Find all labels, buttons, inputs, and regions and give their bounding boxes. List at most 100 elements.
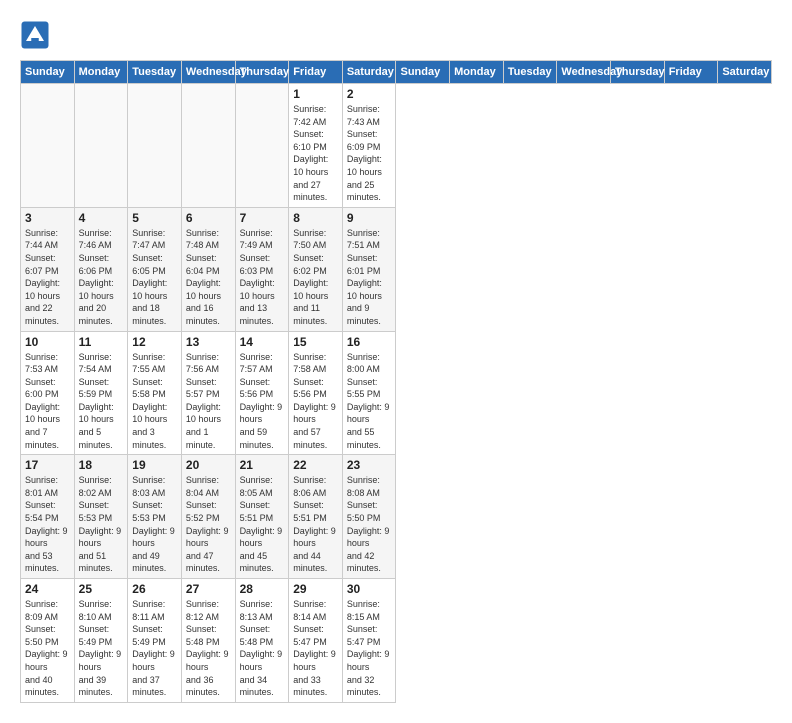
logo-icon xyxy=(20,20,50,50)
day-number: 14 xyxy=(240,335,285,349)
calendar-day-cell: 17 Sunrise: 8:01 AM Sunset: 5:54 PM Dayli… xyxy=(21,455,75,579)
day-number: 4 xyxy=(79,211,124,225)
day-info: Sunrise: 7:56 AM Sunset: 5:57 PM Dayligh… xyxy=(186,351,231,452)
day-number: 28 xyxy=(240,582,285,596)
day-number: 29 xyxy=(293,582,338,596)
weekday-header-saturday: Saturday xyxy=(342,61,396,84)
weekday-header-monday: Monday xyxy=(74,61,128,84)
day-info: Sunrise: 7:49 AM Sunset: 6:03 PM Dayligh… xyxy=(240,227,285,328)
day-number: 13 xyxy=(186,335,231,349)
day-info: Sunrise: 8:12 AM Sunset: 5:48 PM Dayligh… xyxy=(186,598,231,699)
weekday-header-sunday: Sunday xyxy=(396,61,450,84)
day-number: 10 xyxy=(25,335,70,349)
day-number: 3 xyxy=(25,211,70,225)
day-info: Sunrise: 8:10 AM Sunset: 5:49 PM Dayligh… xyxy=(79,598,124,699)
weekday-header-monday: Monday xyxy=(450,61,504,84)
weekday-header-sunday: Sunday xyxy=(21,61,75,84)
weekday-header-thursday: Thursday xyxy=(235,61,289,84)
day-info: Sunrise: 8:00 AM Sunset: 5:55 PM Dayligh… xyxy=(347,351,392,452)
day-info: Sunrise: 8:06 AM Sunset: 5:51 PM Dayligh… xyxy=(293,474,338,575)
calendar-day-cell xyxy=(128,84,182,208)
calendar-day-cell xyxy=(21,84,75,208)
day-info: Sunrise: 7:47 AM Sunset: 6:05 PM Dayligh… xyxy=(132,227,177,328)
day-info: Sunrise: 8:08 AM Sunset: 5:50 PM Dayligh… xyxy=(347,474,392,575)
day-number: 16 xyxy=(347,335,392,349)
day-number: 25 xyxy=(79,582,124,596)
day-info: Sunrise: 7:58 AM Sunset: 5:56 PM Dayligh… xyxy=(293,351,338,452)
weekday-header-tuesday: Tuesday xyxy=(503,61,557,84)
day-info: Sunrise: 8:14 AM Sunset: 5:47 PM Dayligh… xyxy=(293,598,338,699)
calendar-day-cell: 3 Sunrise: 7:44 AM Sunset: 6:07 PM Daylig… xyxy=(21,207,75,331)
day-number: 1 xyxy=(293,87,338,101)
day-info: Sunrise: 8:05 AM Sunset: 5:51 PM Dayligh… xyxy=(240,474,285,575)
calendar-day-cell: 21 Sunrise: 8:05 AM Sunset: 5:51 PM Dayli… xyxy=(235,455,289,579)
day-number: 8 xyxy=(293,211,338,225)
day-info: Sunrise: 8:04 AM Sunset: 5:52 PM Dayligh… xyxy=(186,474,231,575)
calendar-day-cell: 11Sunrise: 7:54 AM Sunset: 5:59 PM Dayli… xyxy=(74,331,128,455)
day-number: 15 xyxy=(293,335,338,349)
day-info: Sunrise: 8:15 AM Sunset: 5:47 PM Dayligh… xyxy=(347,598,392,699)
day-number: 5 xyxy=(132,211,177,225)
day-info: Sunrise: 8:09 AM Sunset: 5:50 PM Dayligh… xyxy=(25,598,70,699)
calendar-day-cell: 2Sunrise: 7:43 AM Sunset: 6:09 PM Daylig… xyxy=(342,84,396,208)
day-info: Sunrise: 8:03 AM Sunset: 5:53 PM Dayligh… xyxy=(132,474,177,575)
day-info: Sunrise: 8:11 AM Sunset: 5:49 PM Dayligh… xyxy=(132,598,177,699)
day-info: Sunrise: 7:46 AM Sunset: 6:06 PM Dayligh… xyxy=(79,227,124,328)
calendar-week-row: 3 Sunrise: 7:44 AM Sunset: 6:07 PM Daylig… xyxy=(21,207,772,331)
calendar-day-cell: 23 Sunrise: 8:08 AM Sunset: 5:50 PM Dayli… xyxy=(342,455,396,579)
day-number: 21 xyxy=(240,458,285,472)
calendar-day-cell: 15 Sunrise: 7:58 AM Sunset: 5:56 PM Dayli… xyxy=(289,331,343,455)
calendar-week-row: 1 Sunrise: 7:42 AM Sunset: 6:10 PM Daylig… xyxy=(21,84,772,208)
calendar-day-cell: 6Sunrise: 7:48 AM Sunset: 6:04 PM Daylig… xyxy=(181,207,235,331)
day-info: Sunrise: 8:02 AM Sunset: 5:53 PM Dayligh… xyxy=(79,474,124,575)
calendar-day-cell: 1 Sunrise: 7:42 AM Sunset: 6:10 PM Daylig… xyxy=(289,84,343,208)
calendar-day-cell: 28Sunrise: 8:13 AM Sunset: 5:48 PM Dayli… xyxy=(235,579,289,703)
calendar-day-cell: 27Sunrise: 8:12 AM Sunset: 5:48 PM Dayli… xyxy=(181,579,235,703)
day-info: Sunrise: 7:48 AM Sunset: 6:04 PM Dayligh… xyxy=(186,227,231,328)
calendar-day-cell: 14 Sunrise: 7:57 AM Sunset: 5:56 PM Dayli… xyxy=(235,331,289,455)
calendar-day-cell xyxy=(235,84,289,208)
calendar-day-cell: 16 Sunrise: 8:00 AM Sunset: 5:55 PM Dayli… xyxy=(342,331,396,455)
day-info: Sunrise: 7:54 AM Sunset: 5:59 PM Dayligh… xyxy=(79,351,124,452)
calendar-week-row: 10 Sunrise: 7:53 AM Sunset: 6:00 PM Dayli… xyxy=(21,331,772,455)
weekday-header-friday: Friday xyxy=(289,61,343,84)
day-info: Sunrise: 7:44 AM Sunset: 6:07 PM Dayligh… xyxy=(25,227,70,328)
calendar-day-cell xyxy=(74,84,128,208)
calendar-day-cell: 12 Sunrise: 7:55 AM Sunset: 5:58 PM Dayli… xyxy=(128,331,182,455)
day-number: 17 xyxy=(25,458,70,472)
weekday-header-tuesday: Tuesday xyxy=(128,61,182,84)
day-info: Sunrise: 7:55 AM Sunset: 5:58 PM Dayligh… xyxy=(132,351,177,452)
calendar-day-cell: 4 Sunrise: 7:46 AM Sunset: 6:06 PM Daylig… xyxy=(74,207,128,331)
day-info: Sunrise: 7:42 AM Sunset: 6:10 PM Dayligh… xyxy=(293,103,338,204)
calendar-day-cell: 29 Sunrise: 8:14 AM Sunset: 5:47 PM Dayli… xyxy=(289,579,343,703)
calendar-day-cell: 18 Sunrise: 8:02 AM Sunset: 5:53 PM Dayli… xyxy=(74,455,128,579)
calendar-day-cell: 10 Sunrise: 7:53 AM Sunset: 6:00 PM Dayli… xyxy=(21,331,75,455)
weekday-header-wednesday: Wednesday xyxy=(181,61,235,84)
day-number: 23 xyxy=(347,458,392,472)
day-number: 19 xyxy=(132,458,177,472)
weekday-header-saturday: Saturday xyxy=(718,61,772,84)
calendar-day-cell: 8Sunrise: 7:50 AM Sunset: 6:02 PM Daylig… xyxy=(289,207,343,331)
day-number: 7 xyxy=(240,211,285,225)
day-info: Sunrise: 7:57 AM Sunset: 5:56 PM Dayligh… xyxy=(240,351,285,452)
day-info: Sunrise: 8:01 AM Sunset: 5:54 PM Dayligh… xyxy=(25,474,70,575)
calendar-day-cell: 20 Sunrise: 8:04 AM Sunset: 5:52 PM Dayli… xyxy=(181,455,235,579)
calendar-day-cell: 19 Sunrise: 8:03 AM Sunset: 5:53 PM Dayli… xyxy=(128,455,182,579)
day-number: 20 xyxy=(186,458,231,472)
weekday-header-friday: Friday xyxy=(664,61,718,84)
day-number: 12 xyxy=(132,335,177,349)
day-info: Sunrise: 7:43 AM Sunset: 6:09 PM Dayligh… xyxy=(347,103,392,204)
calendar-day-cell: 9 Sunrise: 7:51 AM Sunset: 6:01 PM Daylig… xyxy=(342,207,396,331)
calendar-day-cell: 13 Sunrise: 7:56 AM Sunset: 5:57 PM Dayli… xyxy=(181,331,235,455)
calendar-table: SundayMondayTuesdayWednesdayThursdayFrid… xyxy=(20,60,772,703)
page-header xyxy=(20,20,772,50)
weekday-header-thursday: Thursday xyxy=(611,61,665,84)
day-info: Sunrise: 7:53 AM Sunset: 6:00 PM Dayligh… xyxy=(25,351,70,452)
day-info: Sunrise: 7:51 AM Sunset: 6:01 PM Dayligh… xyxy=(347,227,392,328)
calendar-day-cell xyxy=(181,84,235,208)
calendar-week-row: 17 Sunrise: 8:01 AM Sunset: 5:54 PM Dayli… xyxy=(21,455,772,579)
day-number: 18 xyxy=(79,458,124,472)
calendar-day-cell: 5 Sunrise: 7:47 AM Sunset: 6:05 PM Daylig… xyxy=(128,207,182,331)
day-number: 26 xyxy=(132,582,177,596)
day-number: 9 xyxy=(347,211,392,225)
